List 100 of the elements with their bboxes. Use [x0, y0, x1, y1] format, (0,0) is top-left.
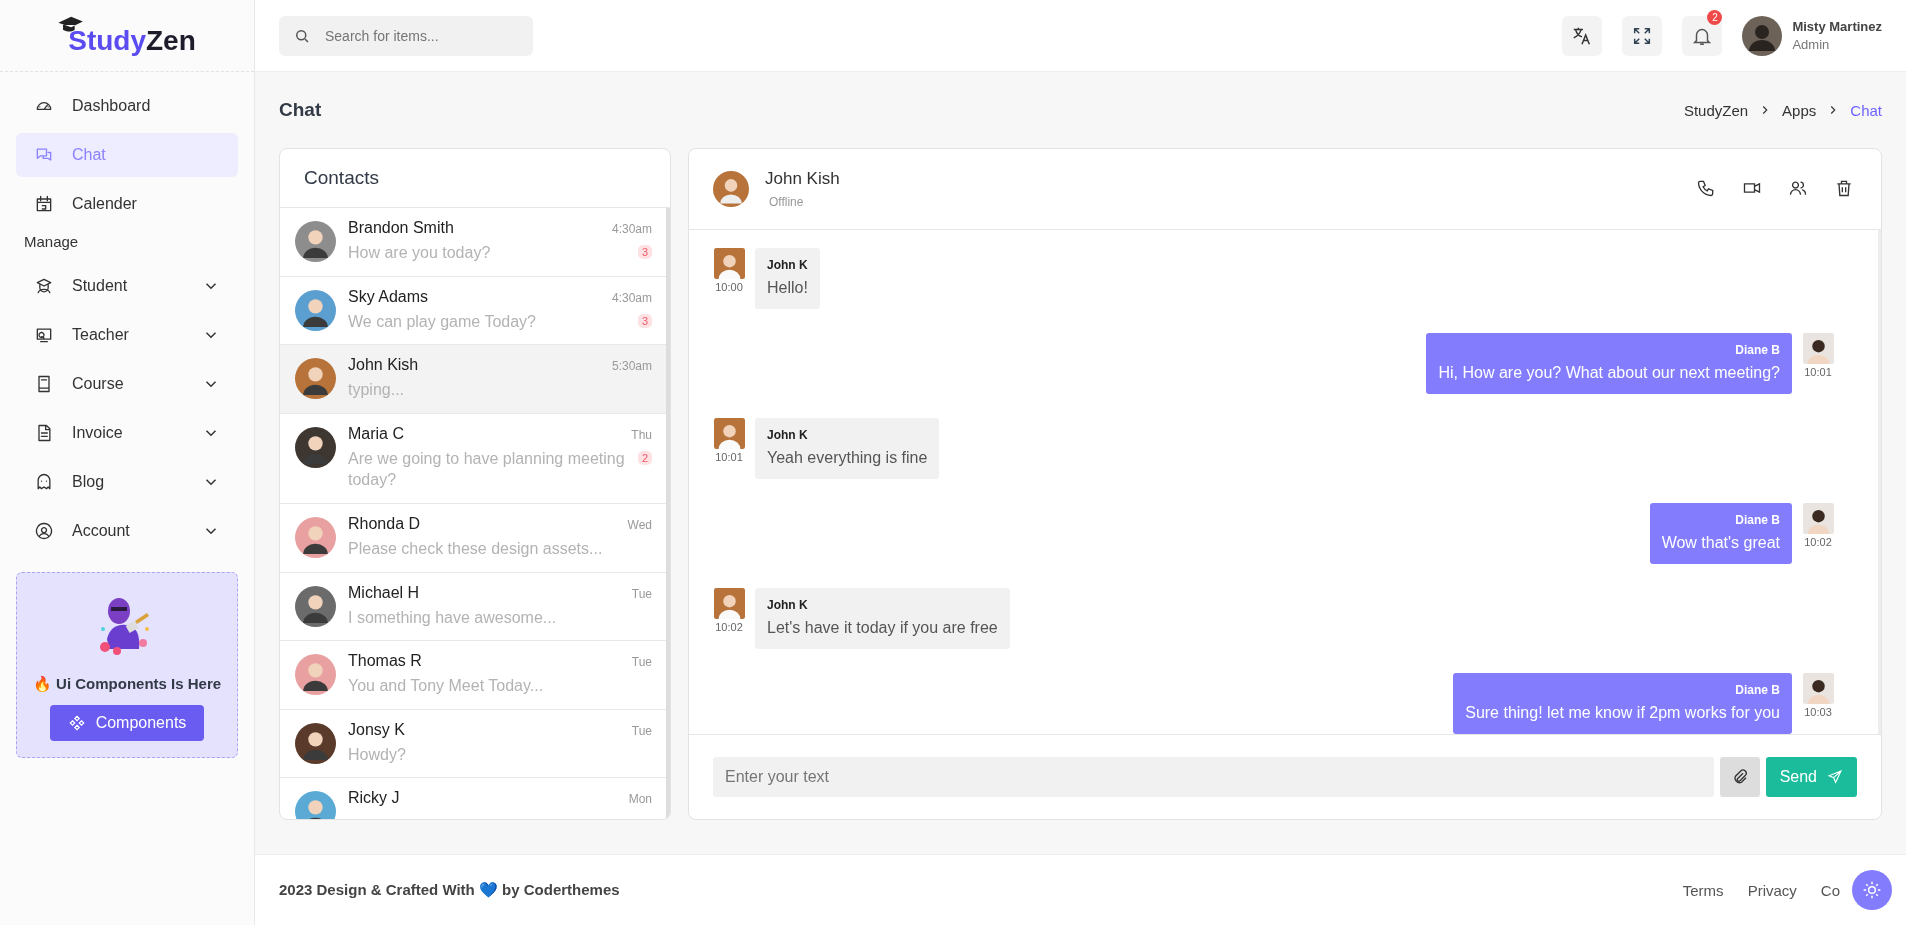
contact-time: Thu [631, 427, 652, 442]
message-bubble: Diane B Hi, How are you? What about our next meeting? [1426, 333, 1792, 394]
avatar [713, 418, 745, 449]
nav-item[interactable]: Blog [16, 460, 238, 504]
contact-name: Rhonda D [348, 514, 421, 533]
message-preview: We can play game Today? [348, 311, 536, 332]
contact-time: Tue [631, 586, 652, 601]
contact-item[interactable]: Maria C Thu Are we going to have planning meeting today? 2 [280, 413, 666, 504]
notification-count: 2 [1707, 9, 1723, 25]
breadcrumb-link[interactable]: Chat [1850, 101, 1882, 119]
search-field[interactable]: Search for items... [279, 15, 533, 56]
contact-time: Wed [627, 517, 652, 532]
avatar [713, 171, 749, 207]
nav-item[interactable]: Teacher [16, 313, 238, 357]
nav-icon [34, 276, 54, 296]
contact-name: Sky Adams [348, 287, 429, 306]
section-heading: Manage [23, 232, 80, 252]
notifications-button[interactable] [1682, 15, 1723, 56]
contact-name: Michael H [348, 583, 420, 602]
nav-item[interactable]: Student [16, 264, 238, 308]
unread-count: 3 [637, 245, 652, 259]
avatar [1802, 333, 1834, 364]
theme-toggle-button[interactable] [1852, 870, 1892, 910]
contact-item[interactable]: Ricky J Mon [280, 778, 666, 819]
footer-text: 2023 Design & Crafted With 💙 by Coderthemes [279, 881, 620, 899]
promo-title: 🔥 Ui Components Is Here [32, 675, 222, 693]
avatar [295, 722, 336, 764]
page-title: Chat [279, 99, 323, 121]
contact-name: John Kish [348, 356, 419, 375]
message-bubble: John K Yeah everything is fine [755, 418, 940, 479]
chat-contact-name: John Kish [765, 169, 841, 189]
contact-status: Offline [768, 195, 805, 209]
avatar[interactable] [1742, 15, 1783, 56]
footer-link[interactable]: Terms [1682, 881, 1724, 899]
message-preview: typing... [348, 380, 405, 401]
message-time: 10:03 [1804, 706, 1832, 718]
contact-name: Brandon Smith [348, 219, 454, 237]
breadcrumb-link[interactable]: StudyZen [1683, 101, 1749, 119]
footer-link[interactable]: Co [1820, 881, 1840, 899]
contact-item[interactable]: Brandon Smith 4:30am How are you today? 3 [280, 208, 666, 277]
message-time: 10:02 [715, 621, 743, 633]
avatar [295, 221, 336, 262]
message-bubble: Diane B Sure thing! let me know if 2pm works for you [1453, 673, 1792, 734]
avatar [295, 289, 336, 331]
contact-name: Ricky J [348, 789, 400, 808]
contacts-title: Contacts [280, 149, 670, 208]
contact-name: Maria C [348, 424, 404, 443]
message-time: 10:00 [715, 281, 743, 293]
contact-item[interactable]: Thomas R Tue You and Tony Meet Today... [280, 641, 666, 710]
user-role: Admin [1792, 37, 1831, 52]
nav-item[interactable]: Account [16, 509, 238, 553]
contact-time: Tue [631, 655, 652, 670]
message-preview: You and Tony Meet Today... [348, 676, 544, 697]
message-time: 10:01 [1804, 366, 1832, 378]
components-icon [67, 714, 86, 732]
contact-item[interactable]: Jonsy K Tue Howdy? [280, 709, 666, 779]
message-bubble: Diane B Wow that's great [1649, 503, 1792, 564]
message-preview: How are you today? [348, 243, 491, 263]
avatar [295, 516, 336, 558]
logo[interactable]: StudyZen [56, 14, 198, 57]
sun-icon [1862, 880, 1882, 900]
user-name: Misty Martinez [1792, 19, 1882, 34]
contact-time: 5:30am [611, 359, 652, 374]
message-time: 10:02 [1804, 536, 1832, 548]
avatar [295, 358, 336, 400]
avatar [1802, 673, 1834, 704]
contact-time: 4:30am [611, 222, 652, 236]
contact-time: Tue [631, 723, 652, 738]
avatar [295, 426, 336, 468]
avatar [295, 654, 336, 696]
contact-name: Jonsy K [348, 720, 405, 739]
contact-time: 4:30am [611, 290, 652, 305]
message-bubble: John K Hello! [755, 248, 820, 309]
contact-item[interactable]: Michael H Tue I something have awesome... [280, 572, 666, 642]
contact-name: Thomas R [348, 652, 422, 671]
contact-item[interactable]: Rhonda D Wed Please check these design assets... [280, 503, 666, 573]
fullscreen-button[interactable] [1622, 15, 1663, 56]
nav-item[interactable]: Dashboard [16, 84, 238, 128]
footer-link[interactable]: Privacy [1747, 881, 1797, 899]
message-input[interactable]: Enter your text [713, 757, 1714, 797]
contact-item[interactable]: John Kish 5:30am typing... [280, 345, 666, 414]
avatar [1802, 503, 1834, 534]
breadcrumb-link[interactable]: Apps [1782, 101, 1817, 119]
contact-time: Mon [628, 792, 652, 807]
nav-icon [34, 194, 54, 214]
translate-button[interactable] [1562, 15, 1603, 56]
nav-item[interactable]: Invoice [16, 411, 238, 455]
message-bubble: John K Let's have it today if you are free [755, 588, 1010, 649]
message-preview: Are we going to have planning meeting today? [348, 448, 626, 491]
nav-icon [34, 521, 54, 541]
nav-item[interactable]: Course [16, 362, 238, 406]
message-preview: Please check these design assets... [348, 538, 603, 559]
avatar [713, 588, 745, 619]
unread-count: 2 [637, 450, 652, 465]
components-button[interactable]: Components [49, 705, 205, 741]
avatar [295, 585, 336, 627]
attach-button[interactable] [1719, 757, 1760, 797]
nav-item[interactable]: Calender [16, 182, 238, 226]
message-time: 10:01 [715, 451, 743, 463]
send-icon [1827, 769, 1843, 785]
